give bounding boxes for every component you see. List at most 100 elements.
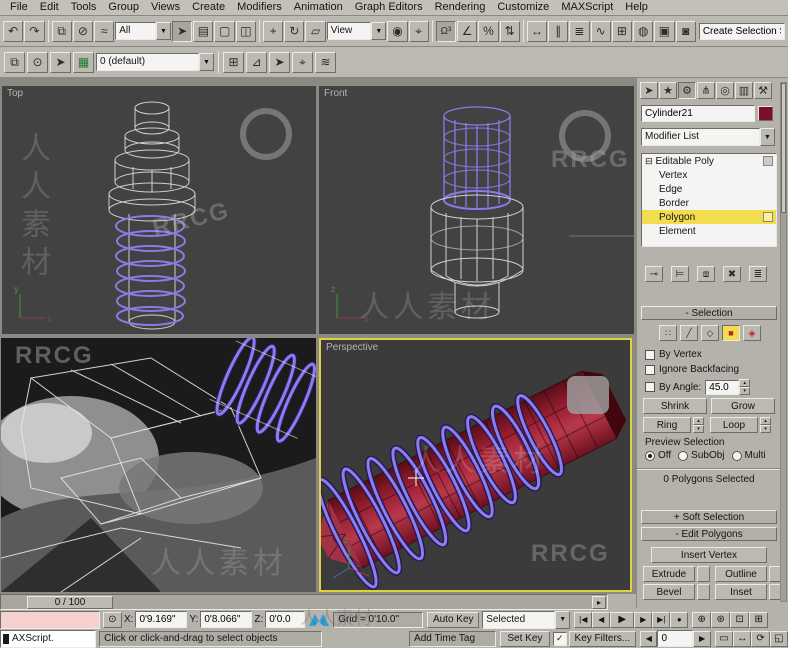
panel-scrollbar-thumb[interactable] (781, 83, 786, 213)
spinner-snap-icon[interactable]: ⇅ (499, 20, 520, 42)
percent-snap-icon[interactable]: % (478, 20, 499, 42)
zoom-extents-icon[interactable]: ⊡ (730, 611, 750, 628)
stack-row-element[interactable]: Element (642, 224, 776, 238)
object-name-field[interactable] (641, 105, 755, 122)
show-end-result-icon[interactable]: ⊨ (671, 266, 689, 282)
zoom-extents-all-icon[interactable]: ⊞ (749, 611, 769, 628)
insert-vertex-button[interactable]: Insert Vertex (651, 547, 767, 563)
align-icon[interactable]: ∥ (548, 20, 569, 42)
stack-row-edge[interactable]: Edge (642, 182, 776, 196)
menu-views[interactable]: Views (145, 0, 186, 15)
tab-hierarchy-icon[interactable]: ⋔ (697, 82, 715, 99)
tab-display-icon[interactable]: ▥ (735, 82, 753, 99)
reference-coordinate-dropdown[interactable]: View ▼ (326, 22, 387, 40)
quick-render-icon[interactable]: ◙ (675, 20, 696, 42)
angle-snap-icon[interactable]: ∠ (457, 20, 478, 42)
by-angle-value-field[interactable] (705, 379, 740, 395)
window-crossing-icon[interactable]: ◫ (235, 20, 256, 42)
orbit-icon[interactable]: ⟳ (751, 630, 770, 647)
extrude-button[interactable]: Extrude (643, 566, 695, 582)
inset-button[interactable]: Inset (715, 584, 767, 600)
preview-off-radio[interactable] (645, 450, 655, 461)
viewport-top-label[interactable]: Top (7, 88, 23, 99)
outline-button[interactable]: Outline (715, 566, 767, 582)
shapes-icon[interactable]: ⧉ (4, 51, 25, 73)
stack-row-polygon[interactable]: Polygon (642, 210, 776, 224)
grid-tool-icon[interactable]: ⊞ (223, 51, 244, 73)
spinner-down-icon[interactable]: ▾ (760, 425, 771, 433)
menu-maxscript[interactable]: MAXScript (555, 0, 619, 15)
select-by-name-icon[interactable]: ▤ (193, 20, 214, 42)
select-and-rotate-icon[interactable]: ↻ (284, 20, 305, 42)
spinner-up-icon[interactable]: ▴ (693, 417, 704, 425)
target-tool-icon[interactable]: ⌖ (292, 51, 313, 73)
object-color-swatch[interactable] (758, 106, 773, 121)
selection-lock-icon[interactable]: ⊙ (103, 611, 122, 628)
time-slider[interactable]: 0 / 100 ▸ (0, 594, 608, 610)
redo-icon[interactable]: ↷ (24, 20, 45, 42)
curve-editor-icon[interactable]: ∿ (590, 20, 611, 42)
rollout-selection[interactable]: - Selection (641, 306, 777, 320)
subobject-edge-icon[interactable]: ╱ (680, 325, 698, 341)
dropdown-arrow-icon[interactable]: ▼ (371, 22, 387, 40)
y-coordinate-field[interactable] (200, 611, 253, 628)
top-viewport-canvas[interactable]: y x (2, 86, 316, 334)
time-slider-arrow-icon[interactable]: ▸ (592, 595, 606, 609)
axis-constraint-icon[interactable]: ⊿ (246, 51, 267, 73)
render-setup-icon[interactable]: ▣ (654, 20, 675, 42)
play-button[interactable]: ▶ (610, 611, 635, 628)
make-unique-icon[interactable]: ⧈ (697, 266, 715, 282)
selection-filter-dropdown[interactable]: All ▼ (115, 22, 171, 40)
dropdown-arrow-icon[interactable]: ▼ (760, 128, 775, 146)
rollout-soft-selection[interactable]: + Soft Selection (641, 510, 777, 524)
configure-modifier-icon[interactable]: ≣ (749, 266, 767, 282)
active-layer-dropdown[interactable]: 0 (default) ▼ (96, 53, 214, 71)
menu-animation[interactable]: Animation (288, 0, 349, 15)
viewport-top[interactable]: Top 人人素材 RRCG y x (2, 86, 316, 334)
tab-create-icon[interactable]: ★ (659, 82, 677, 99)
x-coordinate-field[interactable] (135, 611, 188, 628)
bevel-settings-button[interactable] (697, 584, 710, 600)
subobject-polygon-icon[interactable]: ■ (722, 325, 740, 341)
spinner-down-icon[interactable]: ▾ (693, 425, 704, 433)
preview-subobj-radio[interactable] (678, 450, 689, 461)
viewport-perspective[interactable]: Perspective 人人素材 RRCG (319, 338, 632, 592)
bevel-button[interactable]: Bevel (643, 584, 695, 600)
bind-to-spacewarp-icon[interactable]: ≈ (94, 20, 115, 42)
use-pivot-center-icon[interactable]: ◉ (387, 20, 408, 42)
select-and-manipulate-icon[interactable]: ⌖ (408, 20, 429, 42)
modifier-stack[interactable]: ⊟ Editable Poly Vertex Edge Border Polyg… (641, 153, 777, 247)
select-and-link-icon[interactable]: ⧉ (51, 20, 72, 42)
tab-motion-icon[interactable]: ◎ (716, 82, 734, 99)
viewport-perspective-label[interactable]: Perspective (326, 342, 378, 353)
menu-file[interactable]: File (4, 0, 34, 15)
auto-key-button[interactable]: Auto Key (427, 611, 480, 628)
zoom-all-icon[interactable]: ⊛ (711, 611, 731, 628)
pin-stack-icon[interactable]: ⊸ (645, 266, 663, 282)
select-and-scale-icon[interactable]: ▱ (305, 20, 326, 42)
menu-help[interactable]: Help (619, 0, 654, 15)
stack-onoff-icon[interactable] (763, 156, 773, 166)
snaps-toggle-icon[interactable]: Ω³ (435, 20, 457, 42)
menu-create[interactable]: Create (186, 0, 231, 15)
subobject-element-icon[interactable]: ◈ (743, 325, 761, 341)
current-time-field[interactable] (657, 630, 694, 647)
tab-utilities-icon[interactable]: ⚒ (754, 82, 772, 99)
subobject-border-icon[interactable]: ◇ (701, 325, 719, 341)
maxscript-listener-line[interactable]: AXScript. (0, 629, 97, 648)
stack-onoff-icon[interactable] (763, 212, 773, 222)
spinner-down-icon[interactable]: ▾ (739, 387, 751, 395)
menu-edit[interactable]: Edit (34, 0, 65, 15)
menu-graph-editors[interactable]: Graph Editors (349, 0, 429, 15)
dropdown-arrow-icon[interactable]: ▼ (555, 610, 571, 629)
named-selection-sets-field[interactable] (698, 22, 785, 40)
grow-button[interactable]: Grow (711, 398, 775, 414)
stack-row-border[interactable]: Border (642, 196, 776, 210)
loop-button[interactable]: Loop (710, 417, 758, 433)
schematic-view-icon[interactable]: ⊞ (611, 20, 633, 42)
extrude-settings-button[interactable] (697, 566, 710, 582)
spinner-up-icon[interactable]: ▴ (739, 379, 751, 387)
previous-frame-button[interactable]: ◀ (592, 611, 611, 628)
material-editor-icon[interactable]: ◍ (633, 20, 654, 42)
select-and-move-icon[interactable]: + (262, 20, 284, 42)
